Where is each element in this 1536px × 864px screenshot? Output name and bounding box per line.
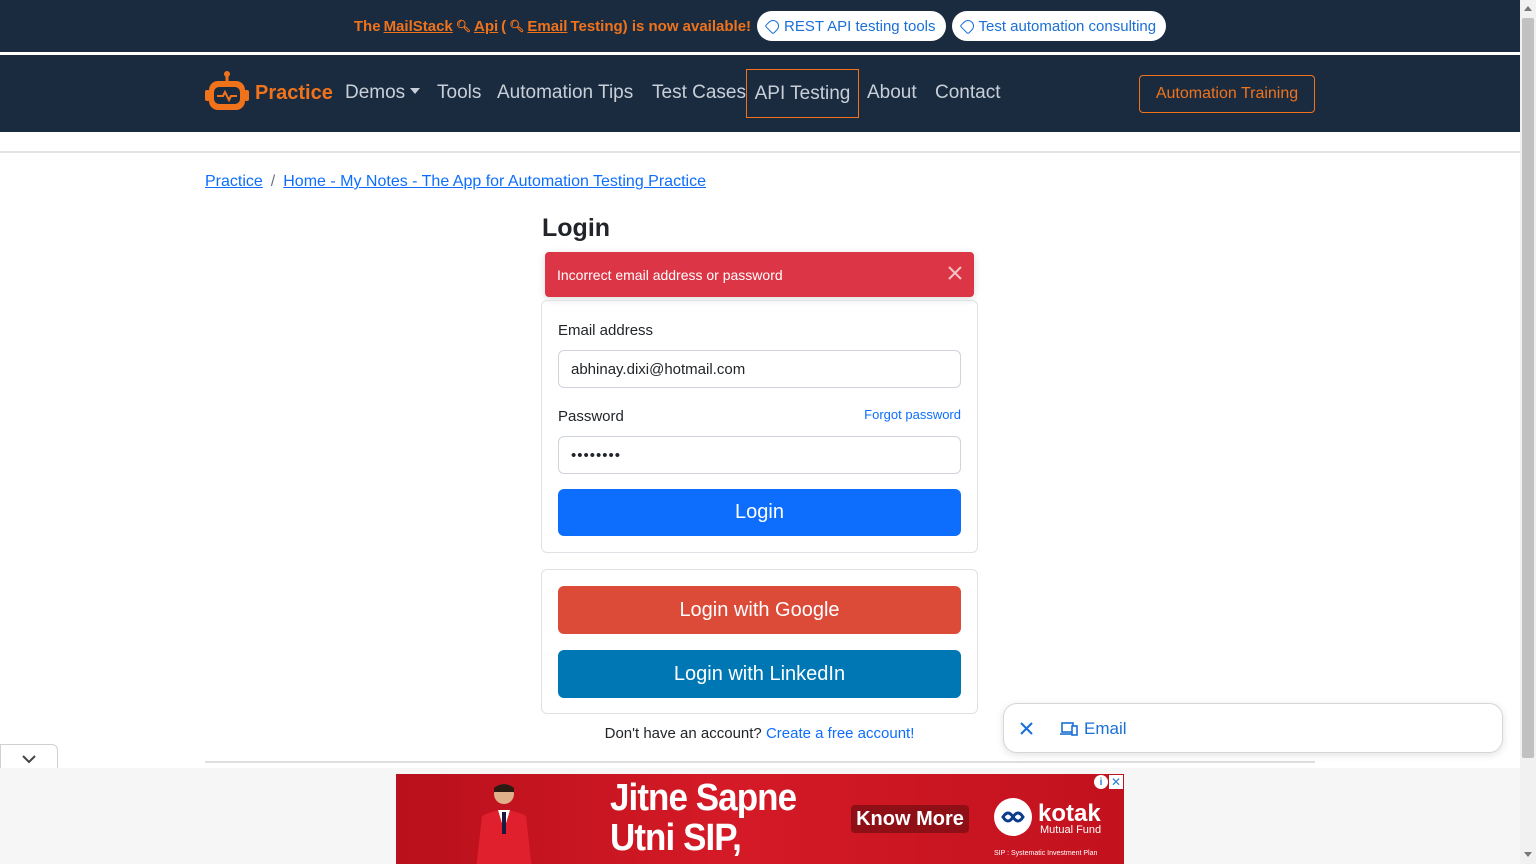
paren-open: ( [501,17,507,35]
tag-icon [959,17,976,35]
nav-contact[interactable]: Contact [935,82,1000,104]
login-form-card: Email address abhinay.dixi@hotmail.com P… [541,300,978,553]
pill-label: Test automation consulting [978,17,1157,35]
nav-api-testing[interactable]: API Testing [746,69,859,118]
ad-headline: Jitne Sapne Utni SIP, [610,777,797,859]
consulting-pill[interactable]: Test automation consulting [951,11,1167,41]
page-scrollbar[interactable] [1520,0,1536,864]
pill-label: REST API testing tools [784,17,936,35]
social-login-card: Login with Google Login with LinkedIn [541,569,978,714]
breadcrumb: Practice / Home - My Notes - The App for… [205,173,706,191]
rest-api-tools-pill[interactable]: REST API testing tools [757,11,946,41]
breadcrumb-separator: / [270,173,276,190]
email-popup: Email [1003,703,1503,753]
ad-brand-sub: Mutual Fund [1040,824,1102,836]
login-linkedin-button[interactable]: Login with LinkedIn [558,650,961,698]
promo-text: The MailStack 🔍︎ Api ( 🔍︎ Email Testing)… [354,18,751,35]
nav-automation-tips[interactable]: Automation Tips [497,82,633,104]
promo-banner: The MailStack 🔍︎ Api ( 🔍︎ Email Testing)… [0,0,1520,52]
mailstack-link[interactable]: MailStack [384,18,453,35]
login-button[interactable]: Login [558,489,961,536]
signup-prompt: Don't have an account? Create a free acc… [541,725,978,742]
email-popup-label[interactable]: Email [1084,719,1127,739]
ad-close-icon[interactable]: ✕ [1109,775,1123,789]
main-navbar: Practice Demos Tools Automation Tips Tes… [0,55,1520,132]
scroll-down-arrow-icon[interactable] [1524,852,1532,857]
footer-divider [205,761,1315,763]
scroll-up-arrow-icon[interactable] [1524,6,1532,11]
nav-test-cases[interactable]: Test Cases [652,82,746,104]
robot-logo-icon[interactable] [204,70,250,114]
ad-info-icon[interactable]: i [1094,775,1108,789]
kotak-logo-icon [994,798,1032,836]
ad-know-more-button[interactable]: Know More [851,805,969,833]
password-label: Password [558,408,624,425]
promo-suffix: Testing) is now available! [570,17,752,35]
devices-icon [1060,722,1078,736]
search-icon: 🔍︎ [455,19,471,33]
password-field[interactable]: •••••••• [558,436,961,474]
api-link[interactable]: Api [474,18,498,35]
breadcrumb-practice[interactable]: Practice [205,173,263,191]
email-link[interactable]: Email [527,18,567,35]
nav-tools[interactable]: Tools [437,82,481,104]
signup-text: Don't have an account? [604,725,762,742]
chevron-down-icon [22,754,36,763]
brand-link[interactable]: Practice [255,82,333,105]
error-toast: Incorrect email address or password [545,252,974,297]
breadcrumb-home[interactable]: Home - My Notes - The App for Automation… [283,173,706,191]
ad-fine-print: SIP : Systematic Investment Plan [994,850,1098,857]
automation-training-button[interactable]: Automation Training [1139,75,1315,113]
divider [0,151,1520,153]
nav-about[interactable]: About [867,82,917,104]
tag-icon [764,17,782,35]
ad-person-image [476,784,532,864]
close-icon[interactable] [1019,721,1034,736]
nav-demos[interactable]: Demos [345,82,420,104]
forgot-password-link[interactable]: Forgot password [864,407,961,422]
page-title: Login [542,214,611,242]
create-account-link[interactable]: Create a free account! [766,725,914,742]
search-icon: 🔍︎ [509,19,525,33]
toast-message: Incorrect email address or password [557,266,783,283]
close-icon[interactable] [946,264,964,282]
email-label: Email address [558,322,654,339]
login-google-button[interactable]: Login with Google [558,586,961,634]
promo-prefix: The [353,17,381,35]
scroll-thumb[interactable] [1522,18,1534,758]
ad-banner[interactable]: Jitne Sapne Utni SIP, Know More kotak Mu… [396,774,1124,864]
email-field[interactable]: abhinay.dixi@hotmail.com [558,350,961,388]
